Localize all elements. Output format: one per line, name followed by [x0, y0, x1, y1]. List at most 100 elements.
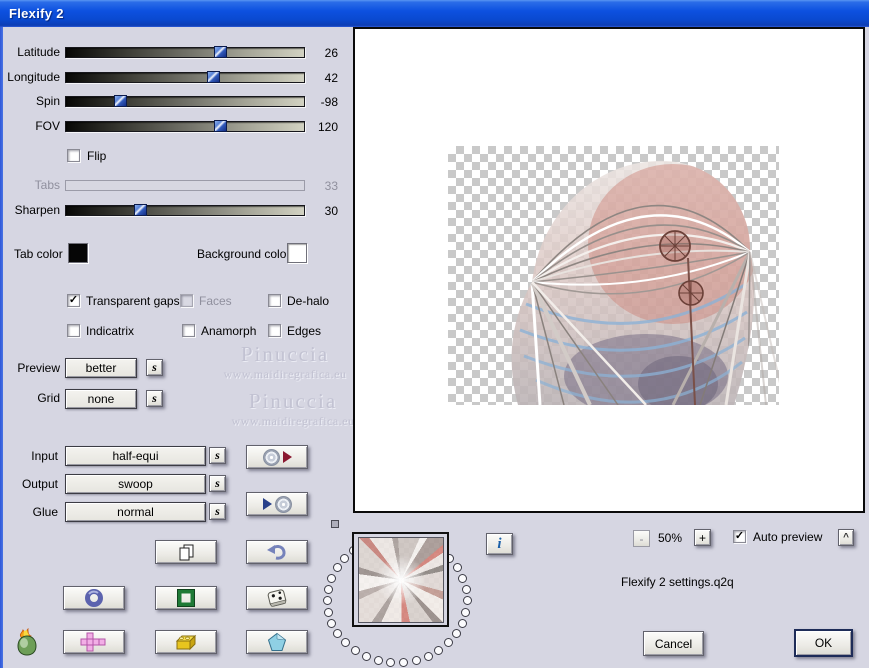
load-settings-button[interactable]	[246, 445, 308, 469]
preview-s-button[interactable]: s	[146, 359, 163, 376]
indicatrix-label: Indicatrix	[86, 325, 134, 338]
s-glyph: s	[215, 476, 220, 491]
glue-s-button[interactable]: s	[209, 503, 226, 520]
memory-dot[interactable]	[453, 563, 462, 572]
glue-select-label: Glue	[0, 506, 58, 519]
longitude-slider-thumb[interactable]	[207, 71, 220, 83]
memory-dot[interactable]	[412, 656, 421, 665]
preview-panel[interactable]	[353, 27, 865, 513]
memory-dot[interactable]	[399, 658, 408, 667]
memory-dot[interactable]	[463, 596, 472, 605]
latitude-slider-thumb[interactable]	[214, 46, 227, 58]
memory-dot[interactable]	[374, 656, 383, 665]
preview-select[interactable]: better	[65, 358, 137, 378]
memory-dot[interactable]	[386, 658, 395, 667]
pentagon-icon	[266, 631, 288, 653]
frame-button[interactable]	[155, 586, 217, 610]
grid-select[interactable]: none	[65, 389, 137, 409]
memory-dot[interactable]	[327, 619, 336, 628]
memory-dot[interactable]	[333, 563, 342, 572]
memory-dot[interactable]	[424, 652, 433, 661]
flip-label: Flip	[87, 150, 106, 163]
memory-dot[interactable]	[327, 574, 336, 583]
s-glyph: s	[215, 448, 220, 463]
polyhedron-button[interactable]	[246, 630, 308, 654]
sharpen-value: 30	[302, 204, 338, 218]
anamorph-label: Anamorph	[201, 325, 256, 338]
undo-button[interactable]	[246, 540, 308, 564]
memory-dot[interactable]	[341, 638, 350, 647]
torus-button[interactable]	[63, 586, 125, 610]
longitude-value: 42	[302, 71, 338, 85]
save-settings-button[interactable]	[246, 492, 308, 516]
zoom-in-button[interactable]: +	[694, 529, 711, 546]
memory-dot[interactable]	[324, 585, 333, 594]
latitude-value: 26	[302, 46, 338, 60]
fov-slider[interactable]	[65, 121, 305, 132]
memory-dot[interactable]	[434, 646, 443, 655]
watermark: Pinuccia www.maidiregrafica.eu	[218, 389, 368, 429]
flaming-pear-logo[interactable]	[14, 628, 40, 656]
fov-value: 120	[302, 120, 338, 134]
memory-square-marker[interactable]	[331, 520, 339, 528]
collapse-button[interactable]: ^	[838, 529, 854, 546]
transparent-gaps-check-icon: ✓	[69, 293, 78, 306]
cancel-button[interactable]: Cancel	[643, 631, 704, 656]
indicatrix-checkbox[interactable]	[67, 324, 80, 337]
latitude-slider[interactable]	[65, 47, 305, 58]
random-dice-button[interactable]	[246, 586, 308, 610]
memory-dot[interactable]	[458, 574, 467, 583]
dehalo-checkbox[interactable]	[268, 294, 281, 307]
brick-button[interactable]	[155, 630, 217, 654]
input-select-value: half-equi	[112, 449, 158, 463]
output-select[interactable]: swoop	[65, 474, 206, 494]
memory-dot[interactable]	[323, 596, 332, 605]
fov-slider-thumb[interactable]	[214, 120, 227, 132]
spin-slider-thumb[interactable]	[114, 95, 127, 107]
auto-preview-checkbox[interactable]: ✓	[733, 530, 746, 543]
flip-checkbox[interactable]	[67, 149, 80, 162]
tabs-label: Tabs	[0, 179, 60, 192]
memory-dot[interactable]	[340, 554, 349, 563]
anamorph-checkbox[interactable]	[182, 324, 195, 337]
watermark-url: www.maidiregrafica.eu	[218, 414, 368, 429]
copy-settings-button[interactable]	[155, 540, 217, 564]
ok-button[interactable]: OK	[794, 629, 853, 657]
grid-s-button[interactable]: s	[146, 390, 163, 407]
spin-slider[interactable]	[65, 96, 305, 107]
memory-dot[interactable]	[324, 608, 333, 617]
preview-thumbnail[interactable]	[352, 532, 449, 627]
edges-checkbox[interactable]	[268, 324, 281, 337]
flexify-dialog: Flexify 2 Latitude 26 Longitude 42 Spin …	[0, 0, 869, 668]
cube-net-button[interactable]	[63, 630, 125, 654]
memory-dot[interactable]	[333, 629, 342, 638]
edges-label: Edges	[287, 325, 321, 338]
glue-select[interactable]: normal	[65, 502, 206, 522]
preview-select-label: Preview	[0, 362, 60, 375]
tab-color-swatch[interactable]	[68, 243, 88, 263]
grid-select-value: none	[88, 392, 115, 406]
output-s-button[interactable]: s	[209, 475, 226, 492]
memory-dot[interactable]	[444, 638, 453, 647]
info-button[interactable]: i	[486, 533, 513, 555]
memory-dot[interactable]	[452, 629, 461, 638]
fov-label: FOV	[0, 120, 60, 133]
sharpen-slider[interactable]	[65, 205, 305, 216]
zoom-out-button[interactable]: -	[633, 530, 650, 547]
lego-brick-icon	[174, 632, 198, 652]
input-s-button[interactable]: s	[209, 447, 226, 464]
watermark-name: Pinuccia	[218, 389, 368, 414]
memory-dot[interactable]	[462, 585, 471, 594]
input-select[interactable]: half-equi	[65, 446, 206, 466]
grid-select-label: Grid	[0, 392, 60, 405]
longitude-slider[interactable]	[65, 72, 305, 83]
memory-dot[interactable]	[362, 652, 371, 661]
sharpen-slider-thumb[interactable]	[134, 204, 147, 216]
dehalo-label: De-halo	[287, 295, 329, 308]
background-color-swatch[interactable]	[287, 243, 307, 263]
memory-dot[interactable]	[458, 619, 467, 628]
transparent-gaps-checkbox[interactable]: ✓	[67, 294, 80, 307]
memory-dot[interactable]	[461, 608, 470, 617]
memory-dot[interactable]	[351, 646, 360, 655]
title-bar[interactable]: Flexify 2	[0, 0, 869, 27]
